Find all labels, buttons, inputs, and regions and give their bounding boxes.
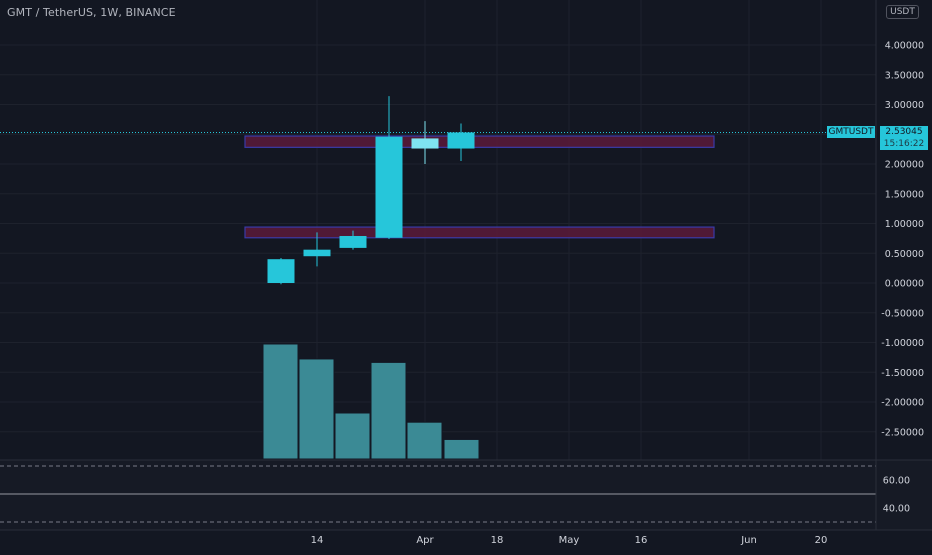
- candle-body[interactable]: [375, 136, 403, 238]
- candle-body[interactable]: [339, 235, 367, 248]
- price-axis-label: 1.50000: [885, 189, 924, 200]
- price-axis-label: 3.50000: [885, 70, 924, 81]
- time-axis-label: May: [559, 535, 580, 546]
- price-zone-2[interactable]: [244, 226, 715, 239]
- ticker-label: GMTUSDT: [827, 126, 875, 138]
- price-axis-label: 3.00000: [885, 100, 924, 111]
- volume-bar[interactable]: [334, 412, 371, 460]
- chart-area[interactable]: 4.000003.500003.000002.500002.000001.500…: [0, 0, 932, 550]
- chart-svg[interactable]: 4.000003.500003.000002.500002.000001.500…: [0, 0, 932, 550]
- price-axis-label: -1.00000: [881, 338, 924, 349]
- currency-badge[interactable]: USDT: [886, 5, 919, 19]
- price-axis-label: -2.50000: [881, 427, 924, 438]
- price-axis-label: 0.00000: [885, 279, 924, 290]
- volume-bar[interactable]: [298, 358, 335, 460]
- price-axis-label: -1.50000: [881, 368, 924, 379]
- time-axis-label: 18: [491, 535, 504, 546]
- volume-bar[interactable]: [370, 361, 407, 460]
- oscillator-axis-label: 60.00: [883, 476, 910, 487]
- current-price-label: 2.53045 15:16:22: [880, 126, 928, 150]
- oscillator-pane[interactable]: [0, 460, 932, 530]
- price-zone-1[interactable]: [244, 135, 715, 148]
- candle-body[interactable]: [447, 132, 475, 149]
- volume-bar[interactable]: [406, 421, 443, 460]
- price-axis-label: 1.00000: [885, 219, 924, 230]
- time-axis-label: 20: [815, 535, 828, 546]
- price-axis-label: -2.00000: [881, 398, 924, 409]
- time-axis-label: 14: [311, 535, 324, 546]
- candle-body[interactable]: [411, 138, 439, 149]
- volume-bar[interactable]: [262, 343, 299, 460]
- time-axis-label: Apr: [416, 535, 434, 546]
- time-axis[interactable]: [0, 530, 932, 550]
- candle-body[interactable]: [303, 249, 331, 257]
- price-axis-label: 4.00000: [885, 41, 924, 52]
- price-axis-label: 0.50000: [885, 249, 924, 260]
- candle-body[interactable]: [267, 259, 295, 283]
- time-axis-label: 16: [635, 535, 648, 546]
- bar-countdown: 15:16:22: [883, 139, 925, 149]
- current-price-value: 2.53045: [885, 127, 923, 137]
- time-axis-label: Jun: [740, 535, 757, 546]
- volume-bar[interactable]: [443, 438, 480, 460]
- symbol-title[interactable]: GMT / TetherUS, 1W, BINANCE: [7, 6, 176, 19]
- price-axis-label: 2.00000: [885, 160, 924, 171]
- oscillator-axis-label: 40.00: [883, 504, 910, 515]
- price-axis-label: -0.50000: [881, 308, 924, 319]
